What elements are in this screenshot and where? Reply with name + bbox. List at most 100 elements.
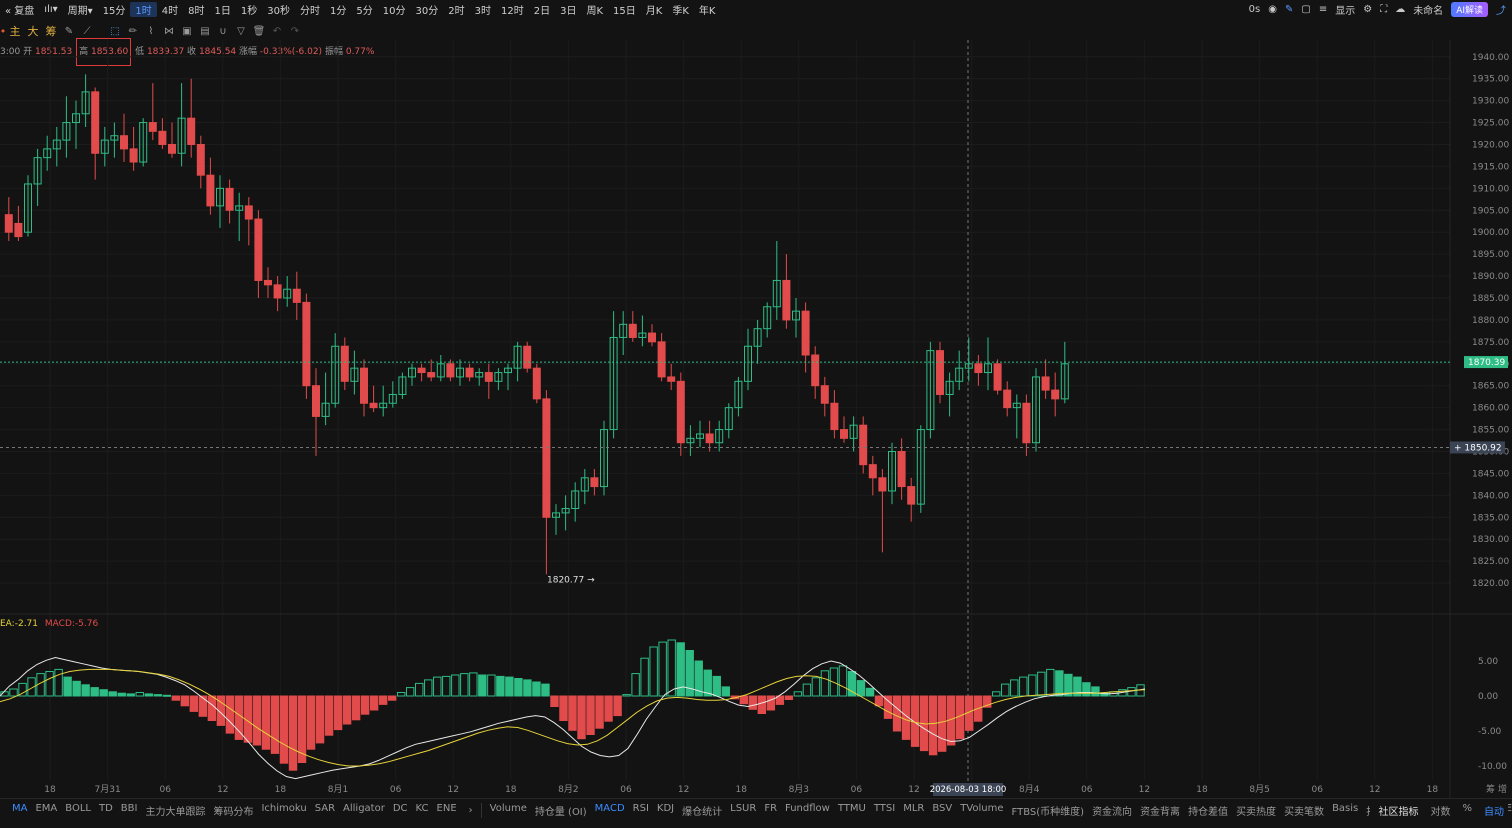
- sub-indicator-16[interactable]: 资金背离: [1136, 803, 1184, 818]
- candle-body: [590, 477, 599, 488]
- sub-indicator-5[interactable]: 爆仓统计: [678, 803, 726, 818]
- main-indicator-5[interactable]: 主力大单跟踪: [141, 803, 209, 818]
- time-tick-label: 8月3: [789, 784, 809, 795]
- macd-histogram-bar: [108, 691, 117, 697]
- sub-indicator-17[interactable]: 持仓差值: [1184, 803, 1232, 818]
- macd-tick-label: 0.00: [1478, 692, 1498, 702]
- price-tick-label: 1900.00: [1472, 228, 1509, 238]
- macd-histogram-bar: [811, 677, 821, 697]
- sub-indicator-1[interactable]: 持仓量 (OI): [531, 803, 591, 818]
- price-chart[interactable]: 1940.00 1935.00 1930.00 1925.00 1920.00 1915.…: [0, 0, 1512, 798]
- percent-scale-button[interactable]: %: [1458, 803, 1476, 818]
- time-tick-label: 12: [1369, 785, 1380, 795]
- time-tick-label: 06: [159, 785, 171, 795]
- macd-histogram-bar: [90, 687, 99, 697]
- sub-indicator-19[interactable]: 买卖笔数: [1280, 803, 1328, 818]
- time-tick-label: 18: [1427, 785, 1439, 795]
- chevron-right-icon[interactable]: ›: [461, 805, 481, 816]
- sub-indicator-15[interactable]: 资金流向: [1088, 803, 1136, 818]
- community-indicator-button[interactable]: 社区指标: [1374, 803, 1422, 818]
- macd-histogram-bar: [1091, 686, 1100, 697]
- macd-histogram-bar: [342, 695, 352, 725]
- macd-histogram-bar: [207, 695, 217, 721]
- macd-histogram-bar: [496, 675, 505, 697]
- candle-body: [292, 288, 301, 303]
- sub-indicator-10[interactable]: TTSI: [870, 803, 899, 818]
- candle-body: [523, 345, 532, 369]
- macd-histogram-bar: [739, 695, 749, 705]
- sub-indicator-0[interactable]: Volume: [486, 803, 531, 818]
- candle-body: [907, 486, 916, 505]
- main-indicator-8[interactable]: SAR: [311, 803, 339, 818]
- price-tick-label: 1940.00: [1472, 53, 1509, 63]
- candle-body: [273, 284, 282, 299]
- candle-body: [417, 367, 426, 374]
- sub-indicator-13[interactable]: TVolume: [956, 803, 1007, 818]
- main-indicator-4[interactable]: BBI: [117, 803, 142, 818]
- sub-indicator-20[interactable]: Basis: [1328, 803, 1362, 818]
- sub-indicator-list: Volume 持仓量 (OI) MACD RSI KDJ 爆仓统计 LSUR FR Fundfl…: [480, 802, 1512, 818]
- time-tick-label: 06: [1311, 785, 1323, 795]
- sub-indicator-2[interactable]: MACD: [591, 803, 629, 818]
- candle-body: [628, 323, 637, 338]
- price-tick-label: 1885.00: [1472, 294, 1509, 304]
- sub-indicator-11[interactable]: MLR: [899, 803, 928, 818]
- main-indicator-11[interactable]: KC: [412, 803, 433, 818]
- macd-histogram-bar: [892, 695, 902, 732]
- main-indicator-12[interactable]: ENE: [433, 803, 461, 818]
- candle-body: [859, 424, 868, 466]
- candle-body: [667, 376, 676, 382]
- candle-body: [484, 372, 493, 382]
- time-tick-label: 18: [44, 785, 56, 795]
- macd-histogram-bar: [378, 695, 388, 705]
- macd-histogram-bar: [766, 695, 776, 711]
- main-indicator-1[interactable]: EMA: [31, 803, 61, 818]
- macd-histogram-bar: [631, 673, 640, 697]
- auto-scale-button[interactable]: 自动: [1480, 803, 1508, 818]
- macd-histogram-bar: [532, 681, 541, 697]
- sub-indicator-9[interactable]: TTMU: [834, 803, 870, 818]
- sub-indicator-14[interactable]: FTBS(币种维度): [1008, 803, 1089, 818]
- candle-body: [974, 363, 983, 374]
- main-indicator-7[interactable]: Ichimoku: [257, 803, 310, 818]
- sub-indicator-3[interactable]: RSI: [629, 803, 653, 818]
- main-indicator-6[interactable]: 筹码分布: [209, 803, 257, 818]
- macd-histogram-bar: [820, 670, 830, 697]
- price-tick-label: 1855.00: [1472, 426, 1509, 436]
- macd-histogram-bar: [234, 695, 244, 740]
- macd-histogram-bar: [1019, 676, 1028, 697]
- main-indicator-0[interactable]: MA: [8, 803, 31, 818]
- macd-value-legend: MACD:-5.76: [44, 619, 99, 629]
- macd-histogram-bar: [586, 695, 595, 735]
- sub-indicator-12[interactable]: BSV: [928, 803, 956, 818]
- log-scale-button[interactable]: 对数: [1426, 803, 1454, 818]
- candle-body: [897, 450, 906, 488]
- macd-histogram-bar: [784, 695, 794, 700]
- macd-histogram-bar: [487, 674, 496, 697]
- macd-histogram-bar: [72, 680, 81, 697]
- macd-histogram-bar: [937, 695, 947, 752]
- main-indicator-3[interactable]: TD: [95, 803, 117, 818]
- price-tick-label: 1860.00: [1472, 404, 1509, 414]
- candle-body: [302, 301, 311, 387]
- candle-body: [657, 341, 666, 378]
- axis-corner-right: 增: [1498, 783, 1507, 795]
- sub-indicator-6[interactable]: LSUR: [726, 803, 760, 818]
- macd-histogram-bar: [640, 657, 649, 697]
- candle-body: [312, 385, 320, 417]
- main-indicator-9[interactable]: Alligator: [339, 803, 389, 818]
- sub-indicator-18[interactable]: 买卖热度: [1232, 803, 1280, 818]
- macd-histogram-bar: [1046, 668, 1055, 697]
- macd-histogram-bar: [387, 695, 397, 701]
- candle-body: [14, 222, 23, 238]
- sub-indicator-7[interactable]: FR: [760, 803, 781, 818]
- candle-body: [868, 464, 877, 479]
- macd-histogram-bar: [604, 695, 613, 722]
- main-indicator-2[interactable]: BOLL: [61, 803, 95, 818]
- main-indicator-10[interactable]: DC: [389, 803, 412, 818]
- candle-body: [993, 363, 1002, 391]
- sub-indicator-4[interactable]: KDJ: [653, 803, 678, 818]
- sub-indicator-8[interactable]: Fundflow: [781, 803, 834, 818]
- macd-histogram-bar: [541, 683, 550, 697]
- time-tick-label: 8月5: [1249, 784, 1269, 795]
